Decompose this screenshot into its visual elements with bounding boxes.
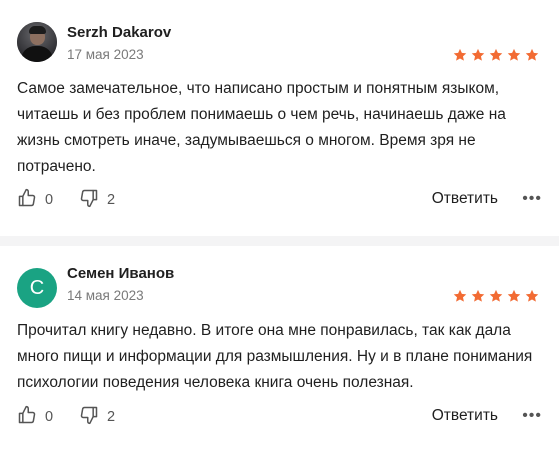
like-count: 0	[45, 192, 54, 208]
review-date: 14 мая 2023	[67, 288, 144, 303]
review-actions: 0 2 Ответить •••	[17, 188, 542, 210]
thumbs-up-icon	[17, 188, 37, 212]
more-options-icon[interactable]: •••	[522, 188, 542, 210]
star-icon	[453, 289, 467, 302]
dislike-button[interactable]: 2	[79, 188, 115, 212]
star-icon	[507, 48, 521, 61]
review-actions: 0 2 Ответить •••	[17, 405, 542, 427]
review-card: С Семен Иванов 14 мая 2023 Прочитал книг…	[0, 246, 559, 471]
review-card: Serzh Dakarov 17 мая 2023 Самое замечате…	[0, 0, 559, 236]
rating-stars	[453, 289, 539, 303]
star-icon	[489, 289, 503, 302]
star-icon	[525, 48, 539, 61]
rating-stars	[453, 48, 539, 62]
divider	[0, 236, 559, 246]
star-icon	[453, 48, 467, 61]
review-text: Прочитал книгу недавно. В итоге она мне …	[17, 322, 533, 391]
review-text: Самое замечательное, что написано просты…	[17, 80, 506, 175]
like-button[interactable]: 0	[17, 188, 53, 212]
like-button[interactable]: 0	[17, 405, 53, 429]
star-icon	[489, 48, 503, 61]
more-options-icon[interactable]: •••	[522, 405, 542, 427]
star-icon	[471, 48, 485, 61]
dislike-count: 2	[107, 192, 116, 208]
thumbs-down-icon	[79, 405, 99, 429]
thumbs-up-icon	[17, 405, 37, 429]
thumbs-down-icon	[79, 188, 99, 212]
avatar[interactable]	[17, 22, 57, 62]
like-count: 0	[45, 409, 54, 425]
review-date: 17 мая 2023	[67, 47, 144, 62]
avatar[interactable]: С	[17, 268, 57, 308]
reply-button[interactable]: Ответить	[432, 190, 498, 208]
review-author[interactable]: Семен Иванов	[67, 265, 174, 282]
review-author[interactable]: Serzh Dakarov	[67, 24, 171, 41]
star-icon	[471, 289, 485, 302]
dislike-count: 2	[107, 409, 116, 425]
reply-button[interactable]: Ответить	[432, 407, 498, 425]
star-icon	[507, 289, 521, 302]
star-icon	[525, 289, 539, 302]
dislike-button[interactable]: 2	[79, 405, 115, 429]
